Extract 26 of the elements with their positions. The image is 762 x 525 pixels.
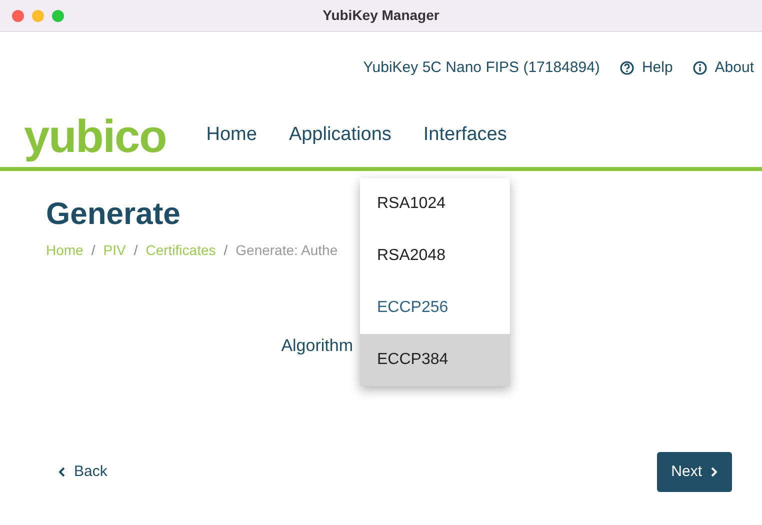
breadcrumb-separator: / — [134, 241, 138, 260]
dropdown-option[interactable]: RSA1024 — [360, 178, 510, 230]
nav-link[interactable]: Interfaces — [423, 121, 507, 150]
about-link[interactable]: About — [692, 56, 754, 80]
dropdown-option[interactable]: RSA2048 — [360, 230, 510, 282]
window-title: YubiKey Manager — [322, 6, 440, 25]
minimize-button[interactable] — [32, 10, 44, 22]
chevron-left-icon — [58, 466, 66, 477]
algorithm-label: Algorithm — [281, 335, 353, 358]
chevron-right-icon — [710, 466, 718, 477]
breadcrumb-separator: / — [91, 241, 96, 260]
page-title: Generate — [46, 195, 180, 232]
help-icon — [620, 61, 634, 75]
zoom-button[interactable] — [52, 10, 64, 22]
dropdown-option[interactable]: ECCP256 — [360, 282, 510, 334]
about-icon — [692, 61, 707, 75]
close-button[interactable] — [12, 10, 24, 22]
help-link[interactable]: Help — [620, 56, 673, 80]
device-name: YubiKey 5C Nano FIPS (17184894) — [363, 58, 600, 78]
back-button[interactable]: Back — [52, 460, 114, 484]
next-button[interactable]: Next — [657, 452, 732, 492]
breadcrumb-separator: / — [224, 241, 228, 260]
dropdown-option[interactable]: ECCP384 — [360, 334, 510, 386]
nav-link[interactable]: Home — [206, 121, 257, 150]
nav-link[interactable]: Applications — [288, 121, 392, 150]
breadcrumb-current: Generate: Authe — [236, 241, 338, 260]
